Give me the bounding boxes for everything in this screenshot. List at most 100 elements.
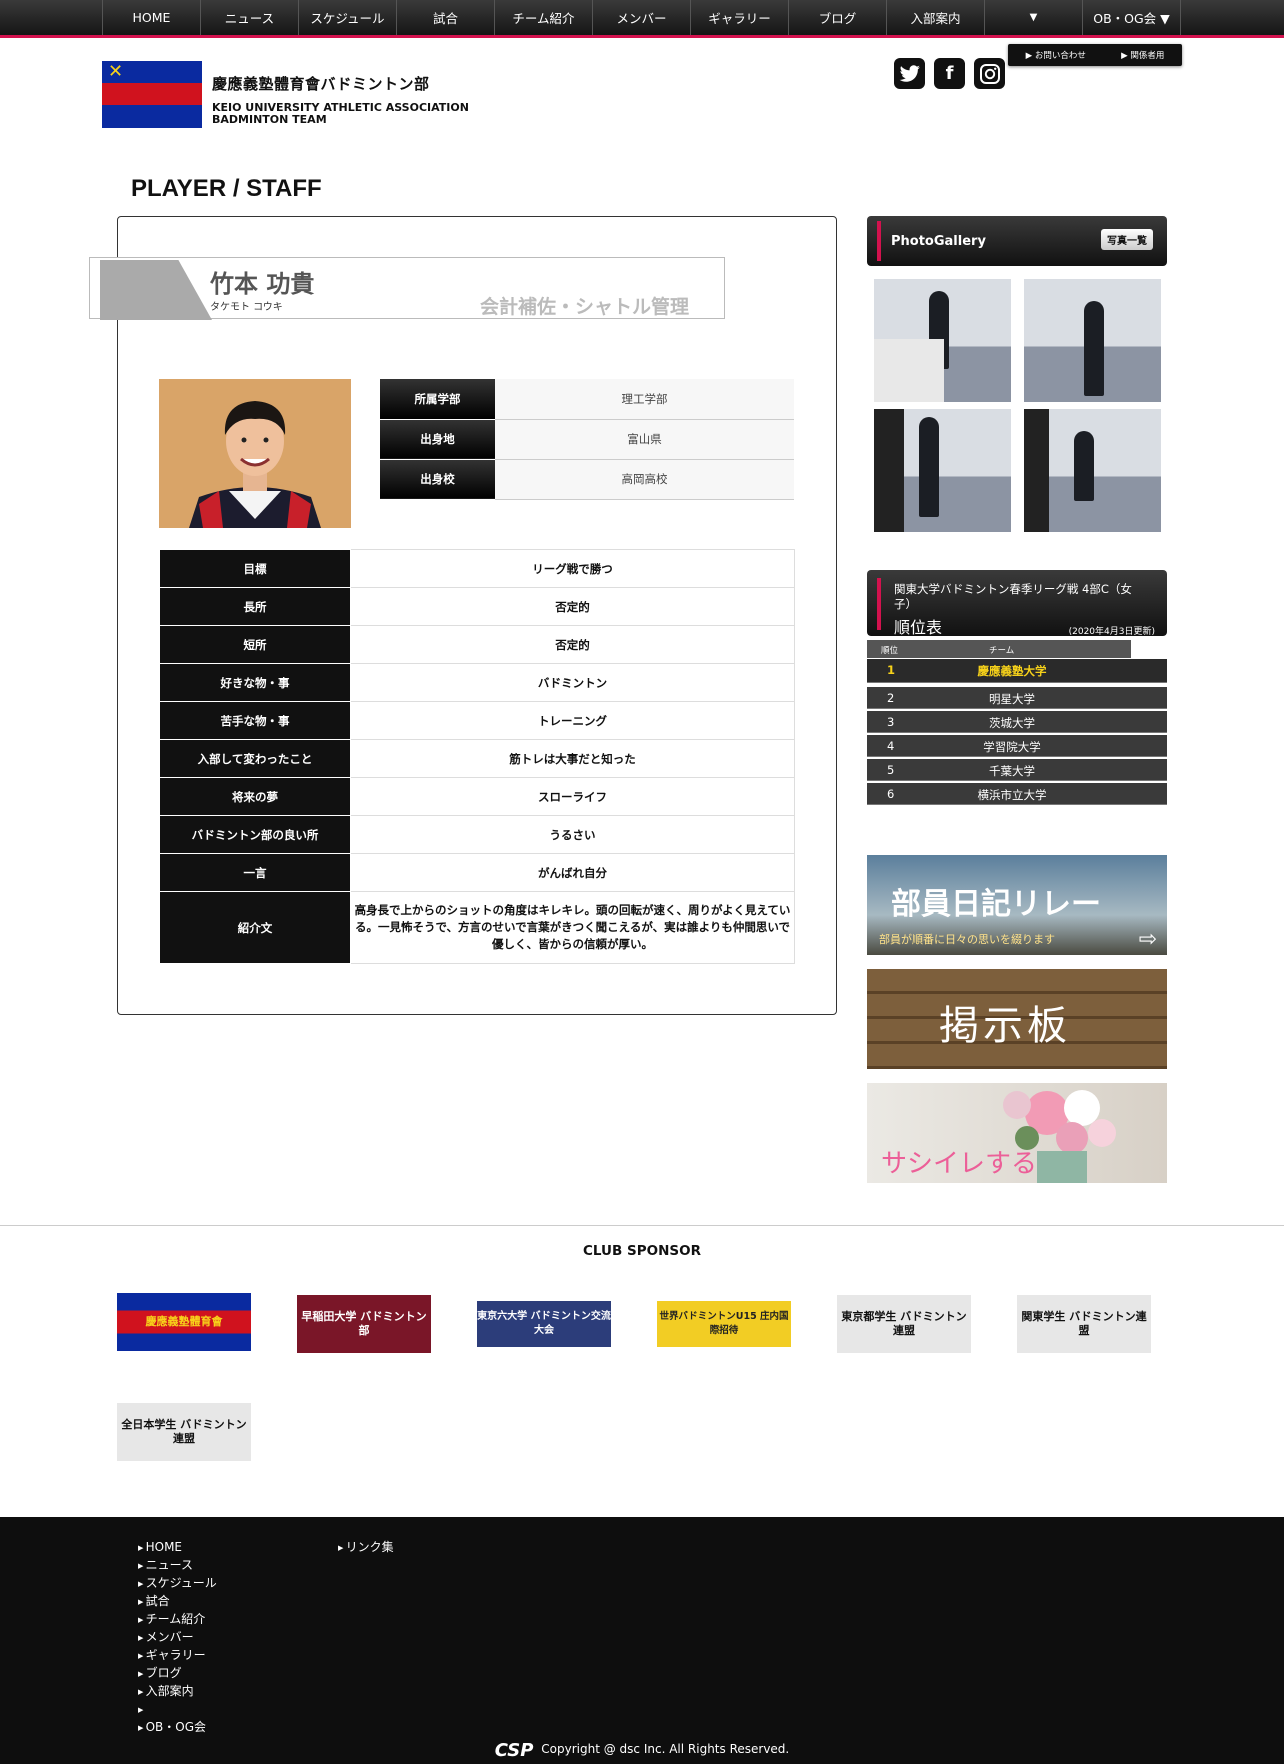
- page-title: PLAYER / STAFF: [131, 175, 322, 202]
- diary-banner-subtitle: 部員が順番に日々の思いを綴ります: [879, 933, 1055, 946]
- nav-obog-dropdown[interactable]: OB・OG会 ▼: [1083, 0, 1181, 35]
- profile-label: 好きな物・事: [159, 663, 351, 702]
- arrow-right-icon: ⇨: [1138, 927, 1157, 952]
- bulletin-board-banner[interactable]: 掲示板: [867, 969, 1167, 1069]
- nav-match[interactable]: 試合: [397, 0, 495, 35]
- club-flag-logo[interactable]: ✕: [102, 61, 202, 128]
- footer-link[interactable]: [138, 1701, 217, 1719]
- sashiire-banner[interactable]: サシイレする: [867, 1083, 1167, 1183]
- instagram-icon[interactable]: [974, 58, 1005, 89]
- gallery-thumbnail[interactable]: [874, 409, 1011, 532]
- top-nav: HOME ニュース スケジュール 試合 チーム紹介 メンバー ギャラリー ブログ…: [0, 0, 1284, 38]
- profile-intro-text: 高身長で上からのショットの角度はキレキレ。頭の回転が速く、周りがよく見えている。…: [350, 891, 795, 964]
- footer-link[interactable]: ブログ: [138, 1665, 217, 1683]
- rank-number: 6: [887, 787, 895, 801]
- profile-value: トレーニング: [350, 701, 795, 740]
- player-name: 竹本 功貴: [210, 270, 315, 298]
- ranking-row: 1 慶應義塾大学: [867, 659, 1167, 683]
- gallery-header: PhotoGallery 写真一覧: [867, 216, 1167, 266]
- gallery-title: PhotoGallery: [891, 234, 986, 249]
- nav-news[interactable]: ニュース: [201, 0, 299, 35]
- profile-label: 苦手な物・事: [159, 701, 351, 740]
- player-role: 会計補佐・シャトル管理: [480, 296, 690, 318]
- gallery-thumbnail[interactable]: [1024, 279, 1161, 402]
- footer-link[interactable]: ギャラリー: [138, 1647, 217, 1665]
- table-row: バドミントン部の良い所 うるさい: [159, 815, 795, 854]
- sponsor-all-japan-student[interactable]: 全日本学生 バドミントン連盟: [117, 1403, 251, 1461]
- staff-link[interactable]: ▶ 関係者用: [1121, 49, 1164, 61]
- footer-link[interactable]: チーム紹介: [138, 1611, 217, 1629]
- nav-gallery[interactable]: ギャラリー: [691, 0, 789, 35]
- info-label: 出身校: [380, 459, 495, 500]
- ranking-date: (2020年4月3日更新): [1068, 627, 1155, 637]
- table-row: 苦手な物・事 トレーニング: [159, 701, 795, 740]
- table-row: 将来の夢 スローライフ: [159, 777, 795, 816]
- ranking-label: 順位表: [894, 618, 943, 637]
- rank-number: 1: [887, 663, 896, 677]
- footer-link[interactable]: 入部案内: [138, 1683, 217, 1701]
- info-value: 高岡高校: [495, 459, 794, 500]
- ranking-row: 3 茨城大学: [867, 711, 1167, 733]
- footer-link[interactable]: リンク集: [338, 1539, 394, 1557]
- gallery-thumbnail[interactable]: [1024, 409, 1161, 532]
- profile-label: バドミントン部の良い所: [159, 815, 351, 854]
- nav-member[interactable]: メンバー: [593, 0, 691, 35]
- info-value: 富山県: [495, 419, 794, 460]
- copyright-text: Copyright @ dsc Inc. All Rights Reserved…: [541, 1742, 790, 1756]
- profile-value: リーグ戦で勝つ: [350, 549, 795, 588]
- rank-number: 2: [887, 691, 895, 705]
- sponsor-kanto-student[interactable]: 関東学生 バドミントン連盟: [1017, 1295, 1151, 1353]
- gallery-thumbnail[interactable]: [874, 279, 1011, 402]
- player-photo: [159, 379, 351, 528]
- rank-team: 横浜市立大学: [977, 788, 1047, 802]
- footer-link[interactable]: OB・OG会: [138, 1719, 217, 1737]
- sub-nav: ▶ お問い合わせ ▶ 関係者用: [1008, 44, 1182, 66]
- nav-admission[interactable]: 入部案内: [887, 0, 985, 35]
- board-banner-title: 掲示板: [939, 1003, 1071, 1049]
- sponsor-world-u15[interactable]: 世界バドミントンU15 庄内国際招待: [657, 1301, 791, 1347]
- info-label: 所属学部: [380, 379, 495, 420]
- sponsor-keio[interactable]: 慶應義塾體育會: [117, 1293, 251, 1351]
- profile-value: バドミントン: [350, 663, 795, 702]
- ranking-title: 関東大学バドミントン春季リーグ戦 4部C（女子）: [894, 582, 1132, 611]
- nav-blog[interactable]: ブログ: [789, 0, 887, 35]
- banner-decoration: [100, 260, 212, 320]
- profile-label: 紹介文: [159, 891, 351, 964]
- footer-link[interactable]: HOME: [138, 1539, 217, 1557]
- nav-team[interactable]: チーム紹介: [495, 0, 593, 35]
- rank-team: 慶應義塾大学: [977, 664, 1047, 678]
- sponsor-tokyo-big6[interactable]: 東京六大学 バドミントン交流大会: [477, 1301, 611, 1347]
- col-rank: 順位: [881, 646, 899, 656]
- profile-value: 筋トレは大事だと知った: [350, 739, 795, 778]
- table-row: 出身校 高岡高校: [380, 459, 794, 500]
- profile-label: 入部して変わったこと: [159, 739, 351, 778]
- photo-list-button[interactable]: 写真一覧: [1101, 229, 1153, 250]
- info-label: 出身地: [380, 419, 495, 460]
- contact-link[interactable]: ▶ お問い合わせ: [1026, 49, 1086, 61]
- rank-number: 4: [887, 739, 895, 753]
- facebook-icon[interactable]: f: [934, 58, 965, 89]
- profile-label: 一言: [159, 853, 351, 892]
- info-value: 理工学部: [495, 379, 794, 420]
- site-title[interactable]: 慶應義塾體育會バドミントン部: [212, 73, 429, 94]
- diary-banner-title: 部員日記リレー: [891, 887, 1101, 922]
- nav-home[interactable]: HOME: [103, 0, 201, 35]
- section-divider: [0, 1225, 1284, 1226]
- footer-link[interactable]: スケジュール: [138, 1575, 217, 1593]
- csp-logo: CSP: [494, 1740, 534, 1761]
- diary-relay-banner[interactable]: 部員日記リレー 部員が順番に日々の思いを綴ります ⇨: [867, 855, 1167, 955]
- rank-number: 3: [887, 715, 895, 729]
- twitter-icon[interactable]: [894, 58, 925, 89]
- sponsor-waseda[interactable]: 早稲田大学 バドミントン部: [297, 1295, 431, 1353]
- table-row: 所属学部 理工学部: [380, 379, 794, 420]
- profile-value: スローライフ: [350, 777, 795, 816]
- nav-more-dropdown[interactable]: ▼: [985, 0, 1083, 35]
- footer-link[interactable]: メンバー: [138, 1629, 217, 1647]
- footer-link[interactable]: 試合: [138, 1593, 217, 1611]
- crossed-pens-icon: ✕: [108, 61, 124, 82]
- player-profile-table: 目標 リーグ戦で勝つ 長所 否定的 短所 否定的 好きな物・事 バドミントン 苦手な物・…: [159, 549, 795, 964]
- footer-link[interactable]: ニュース: [138, 1557, 217, 1575]
- sponsor-tokyo-student[interactable]: 東京都学生 バドミントン連盟: [837, 1295, 971, 1353]
- nav-schedule[interactable]: スケジュール: [299, 0, 397, 35]
- rank-team: 学習院大学: [983, 740, 1041, 754]
